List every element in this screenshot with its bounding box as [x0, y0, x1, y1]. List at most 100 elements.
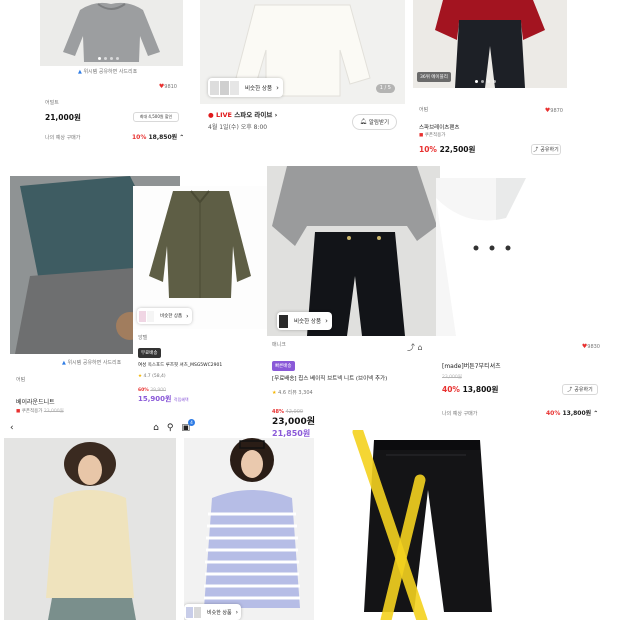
alarm-button[interactable]: 🔔︎ 알림받기 [352, 114, 397, 130]
thumbnail [194, 606, 201, 618]
rating: ★ 4.7 (58,4) [138, 374, 166, 379]
carousel-dots [475, 80, 496, 83]
member-price: 40% 13,800원 ⌃ [546, 410, 599, 417]
product-photo[interactable] [436, 178, 606, 336]
like-count[interactable]: ♥9870 [545, 108, 563, 114]
product-card-beige-top[interactable]: ‹ ⌂ ⚲ ▣ 4 [4, 418, 196, 620]
member-price: 21,850원 [272, 429, 311, 438]
share-button[interactable]: ⤴ 공유하기 [531, 144, 561, 155]
thumbnail [186, 606, 193, 618]
jeans-image [352, 430, 492, 620]
similar-products-button[interactable]: 비슷한 상품 › [277, 312, 332, 330]
carousel-dots [98, 57, 119, 60]
product-card-button-tee[interactable]: ♥9830 [made]버튼7부티셔츠 23,000원 40% 13,800원 … [436, 178, 606, 440]
model-image [272, 166, 437, 336]
chevron-up-icon[interactable]: ⌃ [179, 134, 183, 141]
tee-image [436, 178, 606, 336]
product-photo[interactable] [4, 438, 176, 620]
chat-icon[interactable]: ⌂ [418, 343, 423, 352]
carousel-dots [504, 324, 525, 327]
member-price: 10% 18,850원 ⌃ [132, 134, 183, 141]
product-card-vneck-knit[interactable]: 비슷한 상품 › 매니크 빠른배송 [무료배송] 칩스 베이직 브트넥 니트 (브… [267, 166, 440, 440]
top-nav-bar: ‹ ⌂ ⚲ ▣ 4 [4, 418, 196, 438]
original-price: 23,000원 [442, 375, 462, 380]
original-price: 48% 42,000 [272, 409, 304, 415]
like-count[interactable]: ♥9830 [582, 344, 600, 350]
thumbnail [210, 80, 219, 95]
sale-price: 23,000원 [272, 417, 316, 427]
product-photo[interactable] [40, 0, 183, 66]
similar-label: 비슷한 상품 [294, 319, 322, 325]
product-card-grey-knit[interactable]: ▲ 위시템 공유하면 사드리죠 ♥9810 어덜트 21,000원 최대 4,5… [40, 0, 183, 155]
cart-count-badge: 4 [188, 419, 195, 426]
sale-price: 15,900원 적립혜택 [138, 395, 189, 403]
ranking-banner[interactable]: ▲ 위시템 공유하면 사드리죠 [78, 70, 137, 75]
original-price: 60% 39,900 [138, 388, 166, 393]
product-name[interactable]: 베이라운드니트 [16, 400, 55, 406]
thumbnail [230, 80, 239, 95]
delivery-badge: 빠른배송 [272, 361, 295, 371]
coupon-tag: ■ 쿠폰적용가 23,000원 [16, 409, 64, 414]
share-icon: ⤴ [567, 387, 573, 393]
thumbnail [220, 80, 229, 95]
product-photo[interactable]: 비슷한 상품 › [133, 186, 267, 329]
similar-products-button[interactable]: 비슷한 상품 › [208, 78, 283, 97]
ranking-banner[interactable]: ▲ 위시템 공유하면 사드리죠 [62, 361, 121, 366]
thumbnail [139, 310, 146, 322]
like-count[interactable]: ♥9810 [159, 84, 177, 90]
brand-name[interactable]: 어텀 [16, 378, 25, 383]
share-icon[interactable]: ⤴ [407, 343, 415, 352]
product-card-black-jeans[interactable] [316, 430, 620, 620]
product-name[interactable]: 여성 옥스포드 루즈핏 셔츠_MSG5WC2901 [138, 363, 222, 369]
product-photo[interactable]: 비슷한 상품 › [184, 438, 314, 620]
brand-name[interactable]: 앙텔 [138, 336, 147, 341]
model-image [4, 438, 176, 620]
member-price-label: 나의 예상 구매가 [45, 135, 81, 141]
header-icons: ⤴ ⌂ [407, 342, 423, 353]
share-icon: ⤴ [533, 147, 539, 153]
similar-products-button[interactable]: 비슷한 상품 › [184, 604, 241, 620]
product-photo[interactable] [316, 430, 620, 620]
cart-icon[interactable]: ▣ 4 [181, 419, 195, 433]
chevron-up-icon[interactable]: ⌃ [593, 410, 598, 417]
product-photo[interactable]: 비슷한 상품 › 1 / 5 [200, 0, 405, 104]
coupon-tag: ■ 쿠폰적용가 [419, 133, 446, 138]
thumbnail [147, 310, 154, 322]
brand-name[interactable]: 매니크 [272, 343, 286, 348]
product-card-live[interactable]: 비슷한 상품 › 1 / 5 ● LIVE 스파오 라이브 › 4월 1일(수) … [200, 0, 405, 140]
bell-icon: 🔔︎ [359, 119, 367, 125]
live-title[interactable]: ● LIVE 스파오 라이브 › [208, 112, 277, 119]
product-card-shirt[interactable]: 비슷한 상품 › 앙텔 무료배송 여성 옥스포드 루즈핏 셔츠_MSG5WC290… [133, 186, 267, 416]
product-name[interactable]: [made]버튼7부티셔츠 [442, 364, 501, 370]
product-card-pants[interactable]: 36위 에이블리 ♥9870 어텀 스파브레이츠팬츠 ■ 쿠폰적용가 10% 2… [413, 0, 567, 160]
price: 21,000원 [45, 113, 81, 122]
home-icon[interactable]: ⌂ [153, 423, 159, 433]
product-name[interactable]: 스파브레이츠팬츠 [419, 125, 459, 132]
page-indicator: 1 / 5 [375, 84, 395, 93]
similar-products-button[interactable]: 비슷한 상품 › [137, 308, 192, 324]
product-name[interactable]: [무료배송] 칩스 베이직 브트넥 니트 (브이넥 추가) [272, 376, 387, 383]
sale-price: 10% 22,500원 [419, 145, 476, 154]
similar-label: 비슷한 상품 [207, 609, 232, 616]
product-photo[interactable]: 36위 에이블리 [413, 0, 567, 88]
share-button[interactable]: ⤴ 공유하기 [562, 384, 598, 395]
brand-name[interactable]: 어텀 [419, 108, 428, 113]
coupon-button[interactable]: 최대 4,500원 할인 [133, 112, 179, 122]
rating: ★ 4.6 리뷰 3,304 [272, 390, 313, 396]
brand-name[interactable]: 어덜트 [45, 101, 59, 106]
similar-label: 비슷한 상품 [160, 314, 183, 319]
star-icon: ★ [272, 390, 277, 396]
ranking-badge: 36위 에이블리 [417, 72, 451, 82]
product-photo[interactable]: 비슷한 상품 › [267, 166, 440, 336]
model-image [184, 438, 314, 620]
member-price-label: 나의 예상 구매가 [442, 411, 478, 417]
search-icon[interactable]: ⚲ [167, 423, 174, 433]
sale-price: 40% 13,800원 [442, 385, 499, 394]
product-card-stripe-knit[interactable]: 비슷한 상품 › [184, 438, 314, 620]
similar-label: 비슷한 상품 [245, 85, 273, 92]
back-icon[interactable]: ‹ [10, 423, 14, 433]
live-date: 4월 1일(수) 오후 8:00 [208, 124, 268, 131]
delivery-badge: 무료배송 [138, 348, 161, 358]
thumbnail [279, 314, 288, 328]
star-icon: ★ [138, 374, 143, 379]
